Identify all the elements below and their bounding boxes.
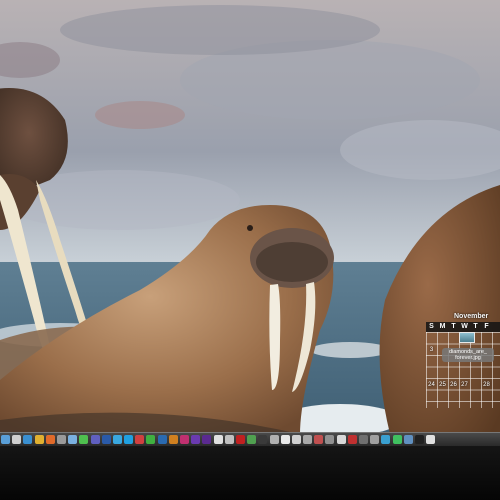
- monitor-bezel: [0, 446, 500, 500]
- photoshop-icon[interactable]: [157, 435, 167, 444]
- app-icon-27[interactable]: [291, 435, 301, 444]
- app-icon-38[interactable]: [414, 435, 424, 444]
- app-icon-21[interactable]: [224, 435, 234, 444]
- chrome-icon[interactable]: [34, 435, 44, 444]
- dock: [0, 432, 500, 446]
- app-icon-2[interactable]: [12, 435, 22, 444]
- spotify-icon[interactable]: [146, 435, 156, 444]
- after-effects-icon[interactable]: [191, 435, 201, 444]
- mail-icon[interactable]: [68, 435, 78, 444]
- messages-icon[interactable]: [79, 435, 89, 444]
- app-icon-24[interactable]: [258, 435, 268, 444]
- app-icon-34[interactable]: [370, 435, 380, 444]
- safari-icon[interactable]: [23, 435, 33, 444]
- file-label[interactable]: diamonds_are_ forever.jpg: [442, 348, 494, 362]
- firefox-icon[interactable]: [45, 435, 55, 444]
- indesign-icon[interactable]: [180, 435, 189, 444]
- calendar-date[interactable]: 3: [426, 347, 437, 353]
- app-icon-39[interactable]: [426, 435, 436, 444]
- calendar-date[interactable]: 25: [437, 382, 448, 388]
- weekday-label: T: [473, 323, 478, 330]
- calendar-date[interactable]: 24: [426, 382, 437, 388]
- calendar-date[interactable]: 27: [459, 382, 470, 388]
- app-icon-30[interactable]: [325, 435, 335, 444]
- app-icon-37[interactable]: [403, 435, 413, 444]
- weekday-label: S: [429, 323, 434, 330]
- calendar-date[interactable]: 28: [481, 382, 492, 388]
- weekday-label: F: [484, 323, 489, 330]
- app-icon-28[interactable]: [303, 435, 313, 444]
- finder-icon[interactable]: [1, 435, 10, 444]
- skype-icon[interactable]: [124, 435, 134, 444]
- app-icon-13[interactable]: [135, 435, 145, 444]
- app-icon-36[interactable]: [392, 435, 402, 444]
- file-thumbnail-icon[interactable]: [459, 332, 475, 343]
- weekday-label: W: [461, 323, 468, 330]
- app-icon-31[interactable]: [336, 435, 346, 444]
- app-icon-9[interactable]: [90, 435, 100, 444]
- app-icon-20[interactable]: [213, 435, 223, 444]
- app-icon-32[interactable]: [347, 435, 357, 444]
- app-icon-33[interactable]: [359, 435, 368, 444]
- desktop: November S M T W T F 3 24 25 26 27 28 di…: [0, 0, 500, 434]
- app-icon-35[interactable]: [381, 435, 391, 444]
- twitter-icon[interactable]: [112, 435, 122, 444]
- calendar-widget[interactable]: November S M T W T F 3 24 25 26 27 28 di…: [424, 312, 500, 408]
- word-icon[interactable]: [101, 435, 111, 444]
- app-icon-29[interactable]: [314, 435, 324, 444]
- app-icon-23[interactable]: [247, 435, 257, 444]
- calendar-grid: [426, 332, 500, 408]
- weekday-label: T: [451, 323, 456, 330]
- calendar-date[interactable]: 26: [448, 382, 459, 388]
- premiere-icon[interactable]: [202, 435, 212, 444]
- app-icon-6[interactable]: [56, 435, 66, 444]
- calendar-weekday-row: S M T W T F: [426, 322, 500, 332]
- filezilla-icon[interactable]: [235, 435, 245, 444]
- weekday-label: M: [439, 323, 446, 330]
- app-icon-25[interactable]: [269, 435, 279, 444]
- illustrator-icon[interactable]: [168, 435, 178, 444]
- app-icon-26[interactable]: [280, 435, 290, 444]
- calendar-month: November: [454, 313, 489, 320]
- file-label-line: forever.jpg: [455, 355, 481, 361]
